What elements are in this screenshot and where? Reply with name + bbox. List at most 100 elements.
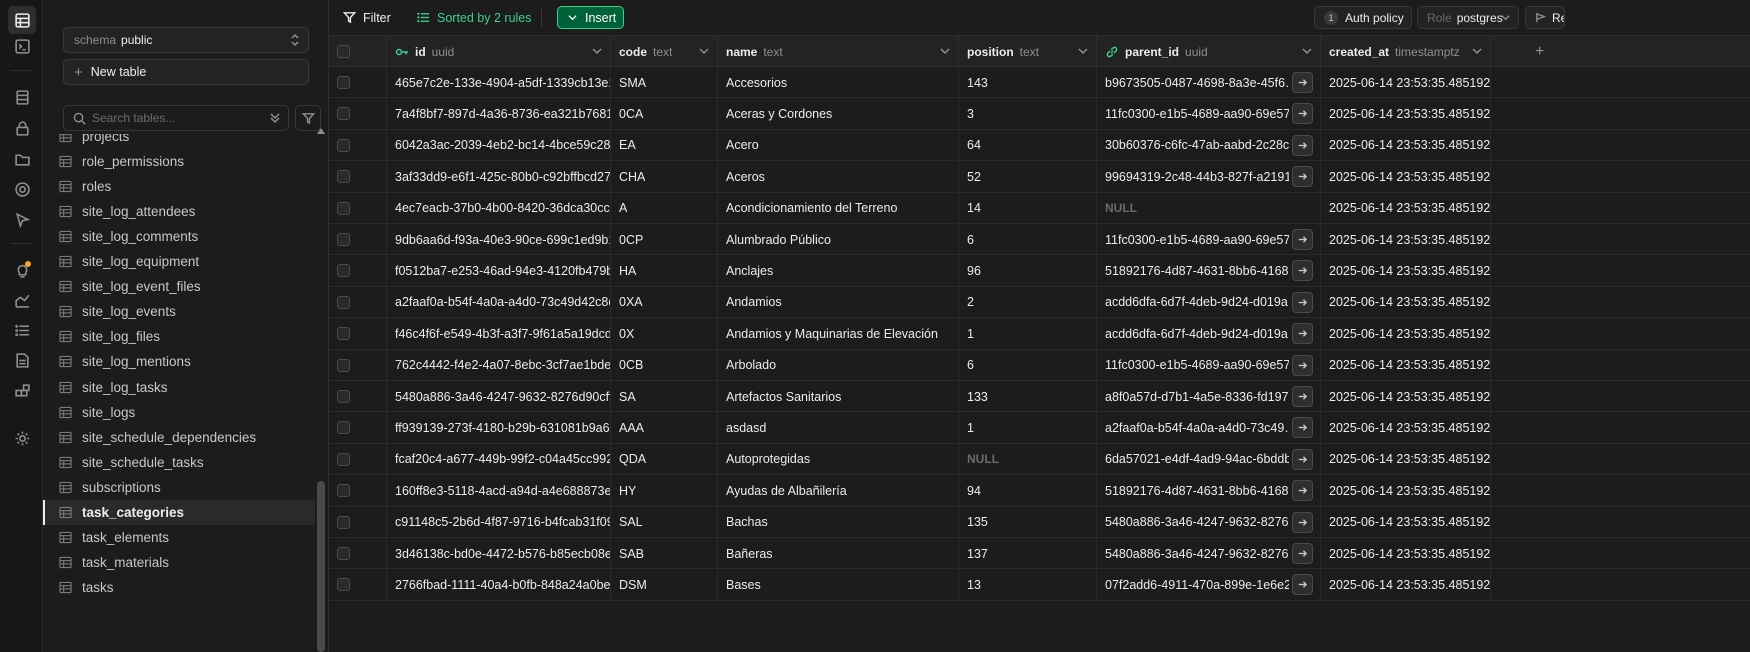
cell-created-at[interactable]: 2025-06-14 23:53:35.485192+00 — [1321, 475, 1491, 507]
cell-position[interactable]: 137 — [959, 538, 1097, 569]
cell-created-at[interactable]: 2025-06-14 23:53:35.485192+00 — [1321, 412, 1491, 444]
cell-code[interactable]: HA — [611, 255, 718, 287]
open-reference-arrow-icon[interactable] — [1292, 574, 1313, 596]
cell-created-at[interactable]: 2025-06-14 23:53:35.485192+00 — [1321, 318, 1491, 350]
table-row[interactable]: fcaf20c4-a677-449b-99f2-c04a45cc992f QDA A… — [329, 443, 1750, 476]
cell-code[interactable]: DSM — [611, 569, 718, 601]
cell-created-at[interactable]: 2025-06-14 23:53:35.485192+00 — [1321, 443, 1491, 475]
cell-id[interactable]: c91148c5-2b6d-4f87-9716-b4fcab31f09b — [387, 506, 611, 538]
cell-position[interactable]: 64 — [959, 129, 1097, 161]
open-reference-arrow-icon[interactable] — [1292, 260, 1313, 282]
cell-created-at[interactable]: 2025-06-14 23:53:35.485192+00 — [1321, 129, 1491, 161]
cell-name[interactable]: Arbolado — [718, 349, 959, 381]
cell-id[interactable]: a2faaf0a-b54f-4a0a-a4d0-73c49d42c8ce — [387, 286, 611, 318]
open-reference-arrow-icon[interactable] — [1292, 291, 1313, 313]
cell-code[interactable]: HY — [611, 475, 718, 507]
scroll-up-arrow-icon[interactable] — [317, 128, 325, 134]
table-row[interactable]: f46c4f6f-e549-4b3f-a3f7-9f61a5a19dcd 0X An… — [329, 318, 1750, 350]
sidebar-table-item[interactable]: site_log_events — [43, 299, 315, 324]
sidebar-table-item[interactable]: site_log_mentions — [43, 349, 315, 374]
sidebar-table-item[interactable]: site_logs — [43, 400, 315, 425]
cell-id[interactable]: 160ff8e3-5118-4acd-a94d-a4e688873e6d — [387, 475, 611, 507]
open-reference-arrow-icon[interactable] — [1292, 354, 1313, 376]
role-selector[interactable]: Role postgres — [1417, 6, 1519, 29]
table-editor-icon[interactable] — [8, 6, 36, 34]
open-reference-arrow-icon[interactable] — [1292, 229, 1313, 250]
cell-name[interactable]: Ayudas de Albañilería — [718, 475, 959, 507]
cell-parent-id[interactable]: 51892176-4d87-4631-8bb6-416834… — [1097, 475, 1321, 507]
sidebar-table-item[interactable]: task_materials — [43, 550, 315, 575]
cell-code[interactable]: EA — [611, 129, 718, 161]
cell-parent-id[interactable]: a8f0a57d-d7b1-4a5e-8336-fd1971… — [1097, 381, 1321, 412]
open-reference-arrow-icon[interactable] — [1292, 386, 1313, 407]
row-checkbox[interactable] — [337, 138, 350, 152]
cell-id[interactable]: f46c4f6f-e549-4b3f-a3f7-9f61a5a19dcd — [387, 318, 611, 350]
cell-id[interactable]: 762c4442-f4e2-4a07-8ebc-3cf7ae1bde5f — [387, 349, 611, 381]
cell-parent-id[interactable]: 11fc0300-e1b5-4689-aa90-69e57f… — [1097, 224, 1321, 255]
sidebar-table-item[interactable]: roles — [43, 174, 315, 199]
realtime-icon[interactable] — [8, 175, 36, 203]
cell-parent-id[interactable]: 5480a886-3a46-4247-9632-8276… — [1097, 506, 1321, 538]
sidebar-table-item[interactable]: site_log_attendees — [43, 199, 315, 224]
cell-id[interactable]: 9db6aa6d-f93a-40e3-90ce-699c1ed9b1e — [387, 224, 611, 255]
open-reference-arrow-icon[interactable] — [1292, 166, 1313, 188]
row-checkbox[interactable] — [337, 201, 350, 215]
chevrons-down-icon[interactable] — [269, 112, 281, 124]
column-header-id[interactable]: id uuid — [387, 36, 611, 67]
cell-id[interactable]: 465e7c2e-133e-4904-a5df-1339cb13e1e1 — [387, 67, 611, 98]
chevron-down-icon[interactable] — [699, 46, 709, 56]
chevron-down-icon[interactable] — [1302, 46, 1312, 56]
select-all-checkbox[interactable] — [337, 45, 350, 58]
sidebar-table-item[interactable]: site_schedule_tasks — [43, 450, 315, 475]
cell-code[interactable]: SAL — [611, 506, 718, 538]
table-row[interactable]: 3af33dd9-e6f1-425c-80b0-c92bffbcd276 CHA A… — [329, 161, 1750, 193]
cell-code[interactable]: AAA — [611, 412, 718, 444]
cell-created-at[interactable]: 2025-06-14 23:53:35.485192+00 — [1321, 224, 1491, 255]
cell-id[interactable]: 5480a886-3a46-4247-9632-8276d90cffea — [387, 381, 611, 412]
cell-name[interactable]: Alumbrado Público — [718, 224, 959, 255]
sidebar-table-item[interactable]: site_log_tasks — [43, 375, 315, 400]
cell-name[interactable]: Bases — [718, 569, 959, 601]
cell-parent-id[interactable]: 51892176-4d87-4631-8bb6-416834… — [1097, 255, 1321, 287]
cell-position[interactable]: 52 — [959, 161, 1097, 193]
cell-parent-id[interactable]: 5480a886-3a46-4247-9632-8276… — [1097, 538, 1321, 569]
sidebar-table-item[interactable]: site_schedule_dependencies — [43, 425, 315, 450]
cell-position[interactable]: 1 — [959, 318, 1097, 350]
table-row[interactable]: 160ff8e3-5118-4acd-a94d-a4e688873e6d HY Ay… — [329, 475, 1750, 507]
cell-id[interactable]: 4ec7eacb-37b0-4b00-8420-36dca30cc29 — [387, 192, 611, 224]
cell-name[interactable]: Bachas — [718, 506, 959, 538]
chevron-down-icon[interactable] — [1472, 46, 1482, 56]
cell-parent-id[interactable]: acdd6dfa-6d7f-4deb-9d24-d019a… — [1097, 318, 1321, 350]
cell-code[interactable]: 0XA — [611, 286, 718, 318]
auth-policy-button[interactable]: 1 Auth policy — [1314, 6, 1412, 29]
sort-button[interactable]: Sorted by 2 rules — [417, 6, 532, 29]
column-header-created-at[interactable]: created_at timestamptz — [1321, 36, 1491, 67]
column-header-parent-id[interactable]: parent_id uuid — [1097, 36, 1321, 67]
row-checkbox[interactable] — [337, 107, 350, 121]
sidebar-table-item[interactable]: site_log_comments — [43, 224, 315, 249]
cell-parent-id[interactable]: 30b60376-c6fc-47ab-aabd-2c28c… — [1097, 129, 1321, 161]
cell-created-at[interactable]: 2025-06-14 23:53:35.485192+00 — [1321, 286, 1491, 318]
table-row[interactable]: 2766fbad-1111-40a4-b0fb-848a24a0be5 DSM Ba… — [329, 569, 1750, 601]
row-checkbox[interactable] — [337, 358, 350, 372]
table-row[interactable]: 762c4442-f4e2-4a07-8ebc-3cf7ae1bde5f 0CB A… — [329, 349, 1750, 381]
column-header-position[interactable]: position text — [959, 36, 1097, 67]
schema-selector[interactable]: schema public — [63, 27, 309, 53]
edge-functions-cursor-icon[interactable] — [8, 205, 36, 233]
cell-created-at[interactable]: 2025-06-14 23:53:35.485192+00 — [1321, 381, 1491, 412]
cell-parent-id[interactable]: b9673505-0487-4698-8a3e-45f6… — [1097, 67, 1321, 98]
cell-name[interactable]: Aceros — [718, 161, 959, 193]
table-row[interactable]: 9db6aa6d-f93a-40e3-90ce-699c1ed9b1e 0CP Al… — [329, 224, 1750, 256]
cell-position[interactable]: 2 — [959, 286, 1097, 318]
settings-gear-icon[interactable] — [8, 424, 36, 452]
table-row[interactable]: c91148c5-2b6d-4f87-9716-b4fcab31f09b SAL B… — [329, 506, 1750, 538]
cell-name[interactable]: Anclajes — [718, 255, 959, 287]
cell-id[interactable]: 3af33dd9-e6f1-425c-80b0-c92bffbcd276 — [387, 161, 611, 193]
sidebar-table-item[interactable]: task_elements — [43, 525, 315, 550]
sql-editor-icon[interactable] — [8, 32, 36, 60]
chevron-down-icon[interactable] — [940, 46, 950, 56]
scrollbar-thumb[interactable] — [317, 481, 325, 652]
cell-parent-id[interactable]: 07f2add6-4911-470a-899e-1e6e25… — [1097, 569, 1321, 601]
cell-code[interactable]: 0X — [611, 318, 718, 350]
sidebar-table-item[interactable]: task_categories — [43, 499, 315, 525]
